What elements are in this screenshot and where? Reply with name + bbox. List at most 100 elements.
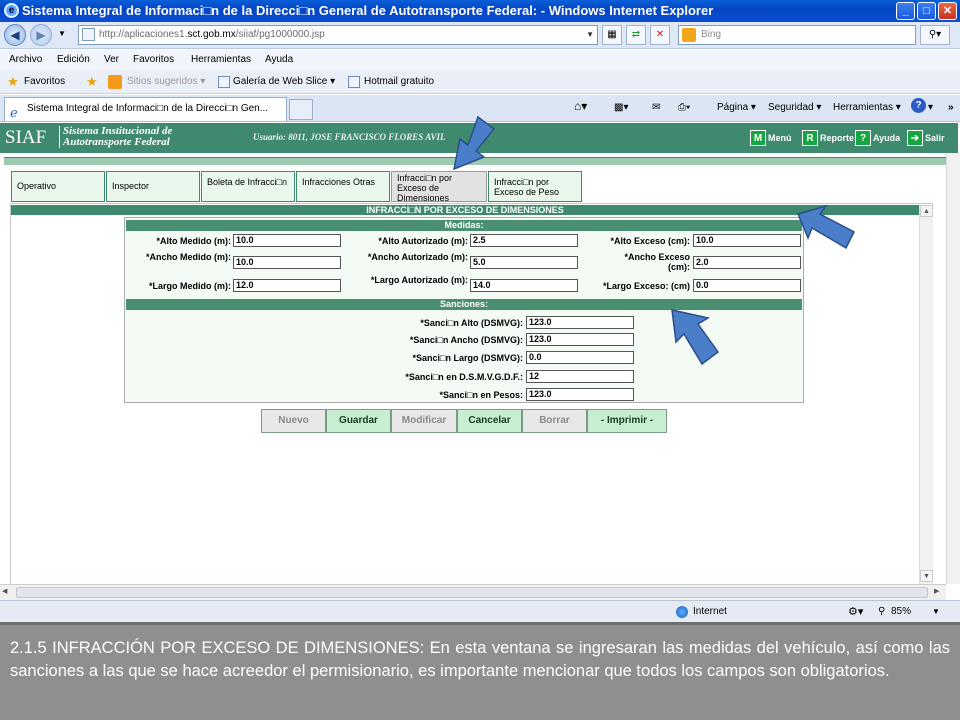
input-ancho-medido[interactable]: 10.0 [233,256,341,269]
modificar-button[interactable]: Modificar [391,409,457,433]
url-prefix: http://aplicaciones1. [99,29,188,40]
new-tab-button[interactable] [289,99,313,120]
cancelar-button[interactable]: Cancelar [457,409,522,433]
report-icon: R [802,130,818,146]
horizontal-scrollbar[interactable]: ◀ ▶ [0,584,946,600]
help-icon[interactable]: ? [911,98,926,113]
ie-icon: e [4,3,19,18]
label-ancho-autorizado: *Ancho Autorizado (m): [367,252,468,262]
refresh-icon[interactable]: ⇄ [626,25,646,45]
fav-suggested-sites[interactable]: Sitios sugeridos ▾ [127,70,205,94]
stop-icon[interactable]: ✕ [650,25,670,45]
maximize-button[interactable]: □ [917,2,936,20]
status-zone: Internet [693,606,727,617]
input-ancho-exceso[interactable]: 2.0 [693,256,801,269]
star-icon: ★ [7,74,19,89]
nuevo-button[interactable]: Nuevo [261,409,326,433]
input-sancion-dsmvgdf[interactable]: 12 [526,370,634,383]
back-icon[interactable]: ◀ [4,24,26,46]
minimize-button[interactable]: _ [896,2,915,20]
address-input[interactable]: http://aplicaciones1.sct.gob.mx/siiaf/pg… [78,25,598,45]
cmd-pagina[interactable]: Página ▾ [717,100,756,116]
home-icon[interactable]: ⌂▾ [574,98,587,114]
tab-operativo[interactable]: Operativo [11,171,105,202]
recent-pages-dropdown-icon[interactable]: ▼ [58,29,66,38]
label-sancion-largo: *Sanci□n Largo (DSMVG): [412,353,523,363]
help-dropdown-icon[interactable]: ▾ [928,100,933,116]
address-dropdown-icon[interactable]: ▼ [586,26,594,44]
scroll-right-icon[interactable]: ▶ [934,587,939,595]
fav-web-slice[interactable]: Galería de Web Slice ▾ [233,70,335,94]
label-alto-exceso: *Alto Exceso (cm): [610,236,690,246]
tab-inspector[interactable]: Inspector [106,171,200,202]
imprimir-button[interactable]: - Imprimir - [587,409,667,433]
horizontal-scroll-thumb[interactable] [16,587,928,598]
url-path: /siiaf/pg1000000.jsp [235,29,325,40]
forward-icon[interactable]: ▶ [30,24,52,46]
web-slice-icon [218,76,230,88]
cmd-seguridad[interactable]: Seguridad ▾ [768,100,821,116]
report-action[interactable]: R Reporte [802,130,854,146]
cmd-herramientas[interactable]: Herramientas ▾ [833,100,901,116]
scroll-down-icon[interactable]: ▼ [920,570,933,582]
exit-action[interactable]: ➔ Salir [907,130,945,146]
menu-action[interactable]: M Menú [750,130,792,146]
favorites-button[interactable]: Favoritos [24,70,65,94]
input-largo-autorizado[interactable]: 14.0 [470,279,578,292]
menu-herramientas[interactable]: Herramientas [191,50,251,70]
tab-boleta[interactable]: Boleta de Infracci□n [201,171,295,202]
globe-icon [676,606,688,618]
menu-ayuda[interactable]: Ayuda [265,50,293,70]
annotation-arrow-icon [796,204,855,250]
scroll-up-icon[interactable]: ▲ [920,205,933,217]
annotation-arrow-icon [452,115,496,171]
search-icon[interactable]: ⚲▾ [920,25,950,45]
page-scrollbar[interactable] [946,153,960,584]
menu-favoritos[interactable]: Favoritos [133,50,174,70]
zoom-dropdown-icon[interactable]: ▼ [932,601,940,623]
print-icon[interactable]: ⎙▾ [678,100,690,116]
content-scrollbar[interactable]: ▲ ▼ [919,205,933,585]
input-sancion-pesos[interactable]: 123.0 [526,388,634,401]
guardar-button[interactable]: Guardar [326,409,391,433]
input-alto-exceso[interactable]: 10.0 [693,234,801,247]
label-alto-medido: *Alto Medido (m): [156,236,232,246]
menu-ver[interactable]: Ver [104,50,119,70]
zoom-level[interactable]: 85% [891,601,911,623]
input-largo-medido[interactable]: 12.0 [233,279,341,292]
add-favorite-icon[interactable]: ★ [86,70,98,94]
tab-infracciones-otras[interactable]: Infracciones Otras [296,171,390,202]
fav-hotmail[interactable]: Hotmail gratuito [364,70,434,94]
mail-icon[interactable]: ✉ [652,100,660,116]
menu-archivo[interactable]: Archivo [9,50,42,70]
menu-bar: Archivo Edición Ver Favoritos Herramient… [0,50,960,70]
input-sancion-alto[interactable]: 123.0 [526,316,634,329]
input-sancion-largo[interactable]: 0.0 [526,351,634,364]
input-alto-medido[interactable]: 10.0 [233,234,341,247]
scroll-left-icon[interactable]: ◀ [2,587,7,595]
zoom-icon[interactable]: ⚲ [878,601,885,623]
input-largo-exceso[interactable]: 0.0 [693,279,801,292]
input-ancho-autorizado[interactable]: 5.0 [470,256,578,269]
protected-mode-icon[interactable]: ⚙▾ [848,601,863,623]
menu-edicion[interactable]: Edición [57,50,90,70]
compatibility-icon[interactable]: ▦ [602,25,622,45]
feeds-icon[interactable]: ▩▾ [614,100,628,116]
tab-exceso-dimensiones[interactable]: Infracci□n por Exceso de Dimensiones [391,171,487,203]
input-sancion-ancho[interactable]: 123.0 [526,333,634,346]
more-commands-icon[interactable]: » [948,100,954,116]
medidas-header: Medidas: [126,220,802,231]
question-icon: ? [855,130,871,146]
search-input[interactable]: Bing [678,25,916,45]
suggested-sites-icon [108,75,122,89]
label-largo-exceso: *Largo Exceso: (cm) [602,281,690,291]
borrar-button[interactable]: Borrar [522,409,587,433]
input-alto-autorizado[interactable]: 2.5 [470,234,578,247]
tab-exceso-peso[interactable]: Infracci□n por Exceso de Peso [488,171,582,202]
browser-tab-active[interactable]: ℯ Sistema Integral de Informaci□n de la … [4,97,287,121]
close-button[interactable]: ✕ [938,2,957,20]
label-sancion-ancho: *Sanci□n Ancho (DSMVG): [409,335,523,345]
exit-arrow-icon: ➔ [907,130,923,146]
help-action[interactable]: ? Ayuda [855,130,900,146]
hotmail-icon [348,76,360,88]
